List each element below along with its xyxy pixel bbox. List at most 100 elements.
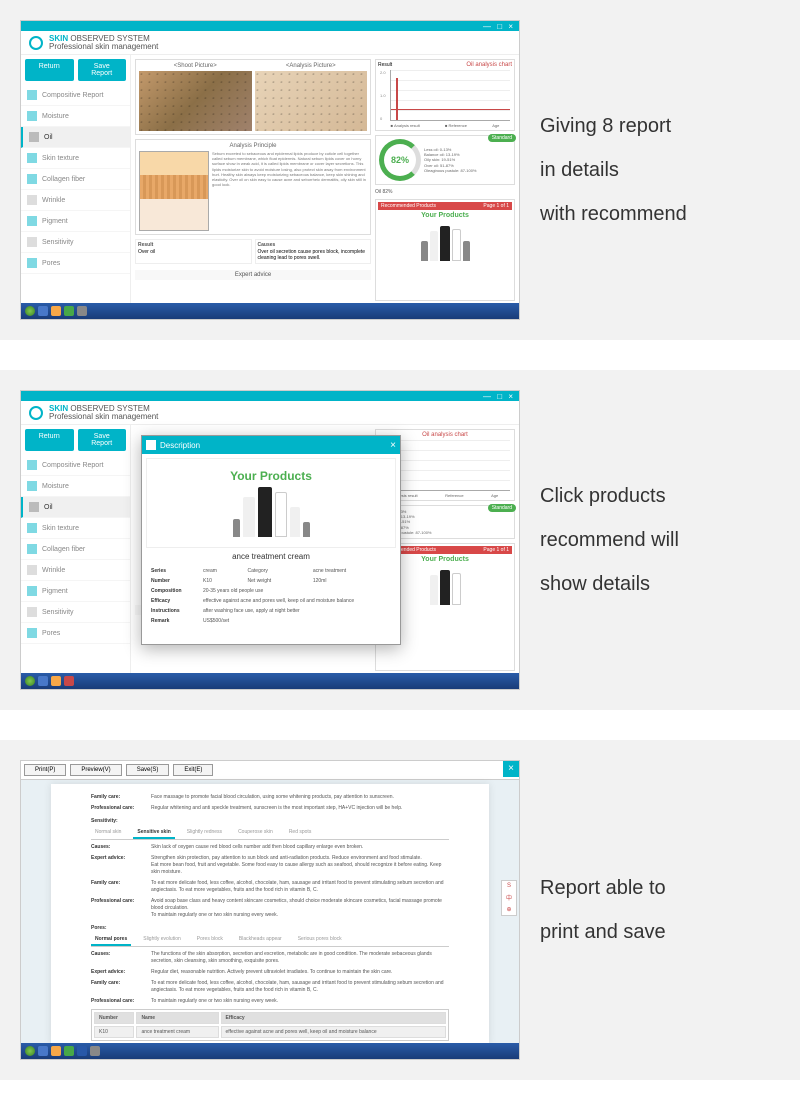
principle-text: Sebum excreted to sebaceous and epiderma… [212,151,367,231]
shoot-label: <Shoot Picture> [139,63,252,69]
nav-compositive[interactable]: Compositive Report [21,85,130,106]
nav-oil[interactable]: Oil [21,127,130,148]
nav-sensitivity[interactable]: Sensitivity [21,602,130,623]
save-report-button[interactable]: Save Report [78,429,127,451]
nav-pigment[interactable]: Pigment [21,581,130,602]
tab-serious-block[interactable]: Serious pores block [294,934,346,946]
cube-icon [146,440,156,450]
panel-print-save: × Print(P) Preview(V) Save(S) Exit(E) Fa… [0,740,800,1080]
taskbar-app-icon[interactable] [77,306,87,316]
tab-pores-block[interactable]: Pores block [193,934,227,946]
taskbar-app-icon[interactable] [90,1046,100,1056]
alert-icon [27,237,37,247]
nav-collagen[interactable]: Collagen fiber [21,539,130,560]
taskbar-app-icon[interactable] [51,306,61,316]
nav-texture[interactable]: Skin texture [21,518,130,539]
window-controls[interactable]: — □ × [483,392,515,401]
report-document: Family care:Face massage to promote faci… [51,784,489,1044]
products-card[interactable]: Recommended ProductsPage 1 of 1 Your Pro… [375,199,515,301]
taskbar-app-icon[interactable] [51,1046,61,1056]
droplet-icon [27,111,37,121]
description-modal: Description × Your Products ance treatme… [141,435,401,645]
logo-bar: SKIN OBSERVED SYSTEMProfessional skin ma… [21,401,519,425]
tab-couperose[interactable]: Couperose skin [234,827,277,839]
tab-redness[interactable]: Slightly redness [183,827,226,839]
chart-result-label: Result [378,62,392,68]
nav-pores[interactable]: Pores [21,253,130,274]
expert-advice-bar: Expert advice [135,270,371,280]
nav-oil[interactable]: Oil [21,497,130,518]
oil-icon [29,132,39,142]
taskbar-app-icon[interactable] [77,1046,87,1056]
tab-normal-pores[interactable]: Normal pores [91,934,131,946]
skin-diagram-icon [139,151,209,231]
window-controls[interactable]: — □ × [483,22,515,31]
grid-icon [27,153,37,163]
tab-blackheads[interactable]: Blackheads appear [235,934,286,946]
nav-collagen[interactable]: Collagen fiber [21,169,130,190]
nav-moisture[interactable]: Moisture [21,106,130,127]
preview-button[interactable]: Preview(V) [70,764,121,776]
main-content: <Shoot Picture> <Analysis Picture> Analy… [131,55,519,305]
sidebar: Return Save Report Compositive Report Mo… [21,425,131,675]
chart-reference-line [391,109,510,110]
taskbar[interactable] [21,303,519,319]
taskbar-app-icon[interactable] [64,676,74,686]
taskbar[interactable] [21,673,519,689]
chart-title: Oil analysis chart [466,62,512,68]
modal-product-image: Your Products [146,458,396,548]
sidebar: Return Save Report Compositive Report Mo… [21,55,131,305]
toolbar-icon[interactable]: ⊕ [502,904,516,915]
analysis-label: <Analysis Picture> [255,63,368,69]
nav-wrinkle[interactable]: Wrinkle [21,190,130,211]
nav-pores[interactable]: Pores [21,623,130,644]
panel-report-details: — □ × SKIN OBSERVED SYSTEMProfessional s… [0,0,800,340]
fiber-icon [27,174,37,184]
taskbar-app-icon[interactable] [64,306,74,316]
toolbar-icon[interactable]: S [502,881,516,891]
nav-moisture[interactable]: Moisture [21,476,130,497]
principle-title: Analysis Principle [139,143,367,149]
chart-yaxis: 2.01.00 [380,70,390,121]
side-toolbar[interactable]: S 中 ⊕ [501,880,517,916]
nav-compositive[interactable]: Compositive Report [21,455,130,476]
nav-sensitivity[interactable]: Sensitivity [21,232,130,253]
chart-legend: ■ Analysis result■ ReferenceAge [378,123,512,128]
taskbar-app-icon[interactable] [38,1046,48,1056]
your-products-label: Your Products [378,212,512,219]
tab-sensitive-skin[interactable]: Sensitive skin [133,827,174,839]
modal-close-button[interactable]: × [390,440,396,451]
toolbar-icon[interactable]: 中 [502,891,516,904]
exit-button[interactable]: Exit(E) [173,764,213,776]
save-report-button[interactable]: Save Report [78,59,127,81]
nav-texture[interactable]: Skin texture [21,148,130,169]
tab-normal-skin[interactable]: Normal skin [91,827,125,839]
tab-slight-evolution[interactable]: Slightly evolution [139,934,185,946]
gauge-circle: 82% [379,139,421,181]
start-button-icon[interactable] [25,306,35,316]
product-detail-table: SeriescreamCategoryacne treatment Number… [146,565,396,627]
nav-pigment[interactable]: Pigment [21,211,130,232]
recommended-header: Recommended ProductsPage 1 of 1 [378,202,512,210]
dots-icon [27,586,37,596]
nav-wrinkle[interactable]: Wrinkle [21,560,130,581]
report-close-button[interactable]: × [503,761,519,777]
taskbar[interactable] [21,1043,519,1059]
return-button[interactable]: Return [25,429,74,451]
oil-icon [29,502,39,512]
start-button-icon[interactable] [25,676,35,686]
window-titlebar: — □ × [21,21,519,31]
print-button[interactable]: Print(P) [24,764,66,776]
start-button-icon[interactable] [25,1046,35,1056]
return-button[interactable]: Return [25,59,74,81]
principle-card: Analysis Principle Sebum excreted to seb… [135,139,371,235]
report-window: × Print(P) Preview(V) Save(S) Exit(E) Fa… [21,761,519,1059]
taskbar-app-icon[interactable] [64,1046,74,1056]
standard-badge: Standard [488,504,516,512]
save-button[interactable]: Save(S) [126,764,170,776]
tab-spots[interactable]: Red spots [285,827,316,839]
taskbar-app-icon[interactable] [51,676,61,686]
taskbar-app-icon[interactable] [38,676,48,686]
sensitivity-tabs: Normal skin Sensitive skin Slightly redn… [91,827,449,840]
taskbar-app-icon[interactable] [38,306,48,316]
